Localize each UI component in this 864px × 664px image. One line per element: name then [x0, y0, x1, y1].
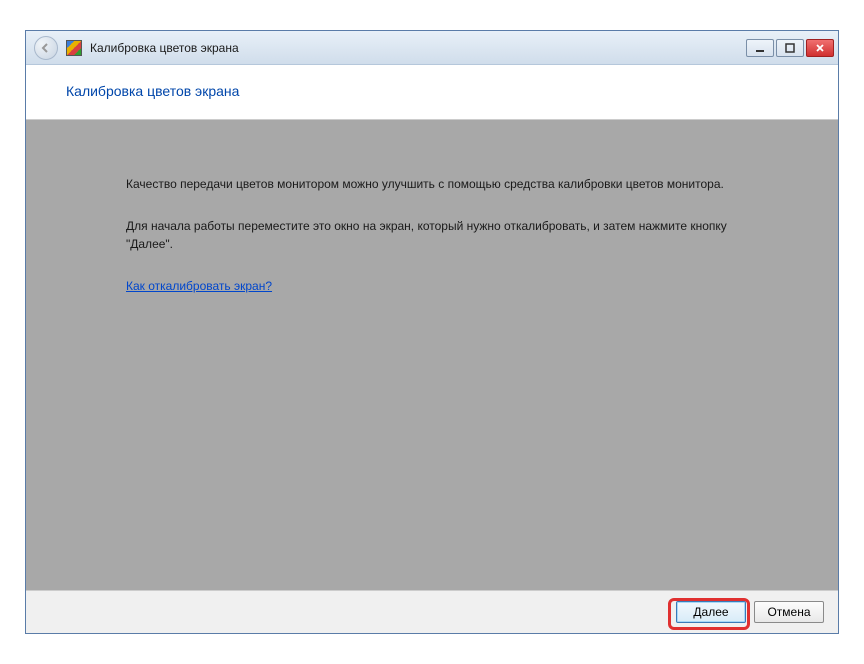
help-link[interactable]: Как откалибровать экран? [126, 279, 272, 293]
maximize-button[interactable] [776, 39, 804, 57]
titlebar-left: Калибровка цветов экрана [34, 36, 239, 60]
window-controls [746, 39, 834, 57]
next-button[interactable]: Далее [676, 601, 746, 623]
back-button[interactable] [34, 36, 58, 60]
footer-area: Далее Отмена [26, 590, 838, 633]
header-area: Калибровка цветов экрана [26, 65, 838, 120]
intro-paragraph-1: Качество передачи цветов монитором можно… [126, 175, 738, 193]
wizard-window: Калибровка цветов экрана Калибровка цвет… [25, 30, 839, 634]
content-area: Качество передачи цветов монитором можно… [26, 120, 838, 590]
minimize-button[interactable] [746, 39, 774, 57]
close-button[interactable] [806, 39, 834, 57]
titlebar: Калибровка цветов экрана [26, 31, 838, 65]
page-title: Калибровка цветов экрана [66, 83, 798, 99]
window-title: Калибровка цветов экрана [90, 41, 239, 55]
cancel-button[interactable]: Отмена [754, 601, 824, 623]
intro-paragraph-2: Для начала работы переместите это окно н… [126, 217, 738, 253]
app-icon [66, 40, 82, 56]
